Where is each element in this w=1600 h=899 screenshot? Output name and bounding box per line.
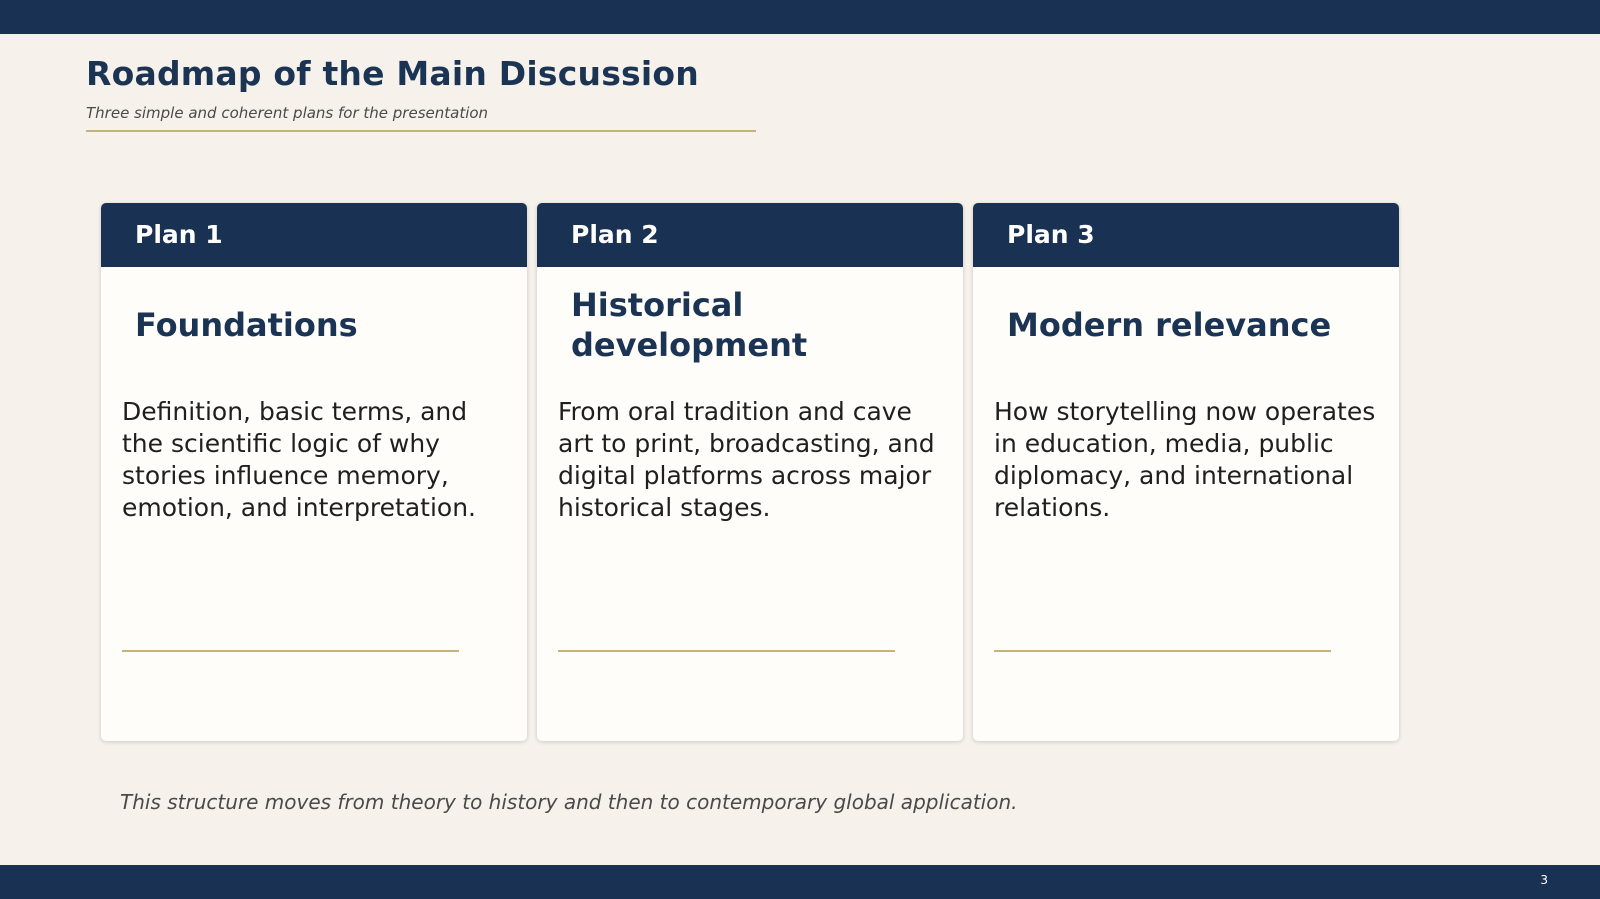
footer-note: This structure moves from theory to hist… [120,790,1018,814]
bottom-bar: 3 [0,865,1600,899]
plan-card-heading-text: Foundations [135,306,358,344]
plan-card-divider [558,650,895,652]
plan-card-1: Plan 1 Foundations Definition, basic ter… [101,203,527,741]
plan-card-header: Plan 2 [537,203,963,267]
plan-card-heading: Historical development [571,279,941,371]
plan-card-body: From oral tradition and cave art to prin… [558,397,935,522]
plan-card-2: Plan 2 Historical development From oral … [537,203,963,741]
slide-title: Roadmap of the Main Discussion [86,54,699,93]
plan-card-header: Plan 3 [973,203,1399,267]
slide-subtitle: Three simple and coherent plans for the … [86,104,489,122]
top-bar [0,0,1600,34]
plan-card-body: How storytelling now operates in educati… [994,397,1376,522]
plan-card-divider [994,650,1331,652]
page-number: 3 [1540,873,1548,887]
slide: Roadmap of the Main Discussion Three sim… [0,0,1600,899]
plan-card-3: Plan 3 Modern relevance How storytelling… [973,203,1399,741]
plan-card-header: Plan 1 [101,203,527,267]
plan-card-body: Definition, basic terms, and the scienti… [122,397,476,522]
plan-card-divider [122,650,459,652]
plan-card-heading-text: Modern relevance [1007,306,1332,344]
plan-cards: Plan 1 Foundations Definition, basic ter… [101,203,1401,743]
plan-card-heading: Foundations [135,279,505,371]
plan-card-heading-text: Historical development [571,286,808,364]
plan-card-heading: Modern relevance [1007,279,1377,371]
title-divider [86,130,756,132]
